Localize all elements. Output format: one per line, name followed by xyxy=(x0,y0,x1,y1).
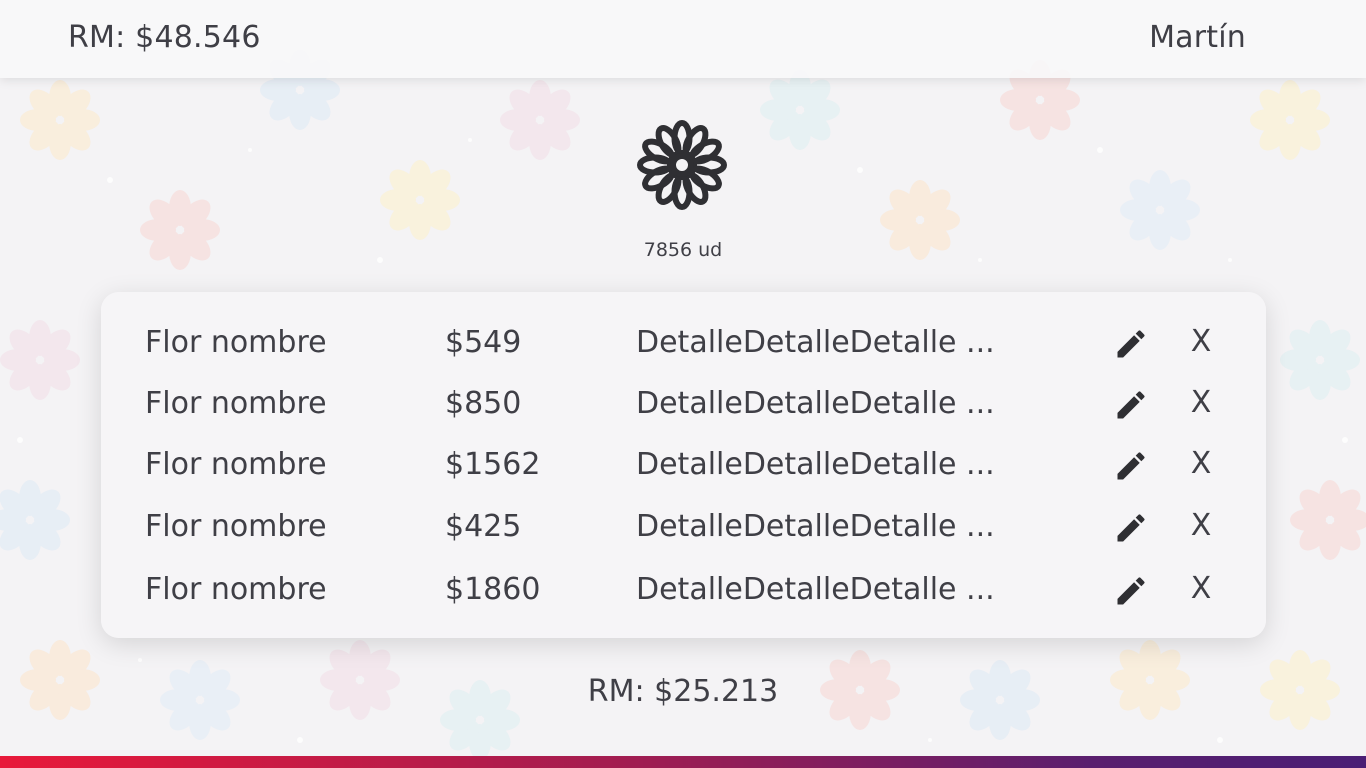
flower-detail: DetalleDetalleDetalle ... xyxy=(636,389,995,419)
flower-price: $1860 xyxy=(445,572,541,607)
table-row: Flor nombre $425 DetalleDetalleDetalle ...… xyxy=(101,502,1266,552)
flower-price: $1562 xyxy=(445,447,541,482)
footer-total: RM: $25.213 xyxy=(587,674,779,709)
header-balance: RM: $48.546 xyxy=(68,20,261,55)
units-count: 7856 ud xyxy=(643,239,723,261)
flower-price: $425 xyxy=(445,509,522,544)
table-row: Flor nombre $1562 DetalleDetalleDetalle ..… xyxy=(101,440,1266,490)
delete-button[interactable]: X xyxy=(1183,571,1219,607)
pencil-icon[interactable] xyxy=(1113,448,1149,484)
pencil-icon[interactable] xyxy=(1113,510,1149,546)
delete-button[interactable]: X xyxy=(1183,508,1219,544)
accent-bar xyxy=(0,756,1366,768)
flower-detail: DetalleDetalleDetalle ... xyxy=(636,450,995,480)
table-row: Flor nombre $549 DetalleDetalleDetalle ...… xyxy=(101,318,1266,368)
flower-list-card: Flor nombre $549 DetalleDetalleDetalle ...… xyxy=(101,292,1266,638)
flower-detail: DetalleDetalleDetalle ... xyxy=(636,328,995,358)
flower-detail: DetalleDetalleDetalle ... xyxy=(636,575,995,605)
flower-name: Flor nombre xyxy=(145,447,327,482)
delete-button[interactable]: X xyxy=(1183,385,1219,421)
flower-name: Flor nombre xyxy=(145,572,327,607)
flower-name: Flor nombre xyxy=(145,325,327,360)
flower-name: Flor nombre xyxy=(145,386,327,421)
table-row: Flor nombre $1860 DetalleDetalleDetalle ..… xyxy=(101,565,1266,615)
pencil-icon[interactable] xyxy=(1113,326,1149,362)
flower-detail: DetalleDetalleDetalle ... xyxy=(636,512,995,542)
flower-price: $850 xyxy=(445,386,522,421)
delete-button[interactable]: X xyxy=(1183,324,1219,360)
flower-icon xyxy=(634,117,730,213)
delete-button[interactable]: X xyxy=(1183,446,1219,482)
pencil-icon[interactable] xyxy=(1113,573,1149,609)
table-row: Flor nombre $850 DetalleDetalleDetalle ...… xyxy=(101,379,1266,429)
pencil-icon[interactable] xyxy=(1113,387,1149,423)
flower-price: $549 xyxy=(445,325,522,360)
flower-name: Flor nombre xyxy=(145,509,327,544)
top-bar: RM: $48.546 Martín xyxy=(0,0,1366,78)
user-name[interactable]: Martín xyxy=(1149,20,1246,55)
